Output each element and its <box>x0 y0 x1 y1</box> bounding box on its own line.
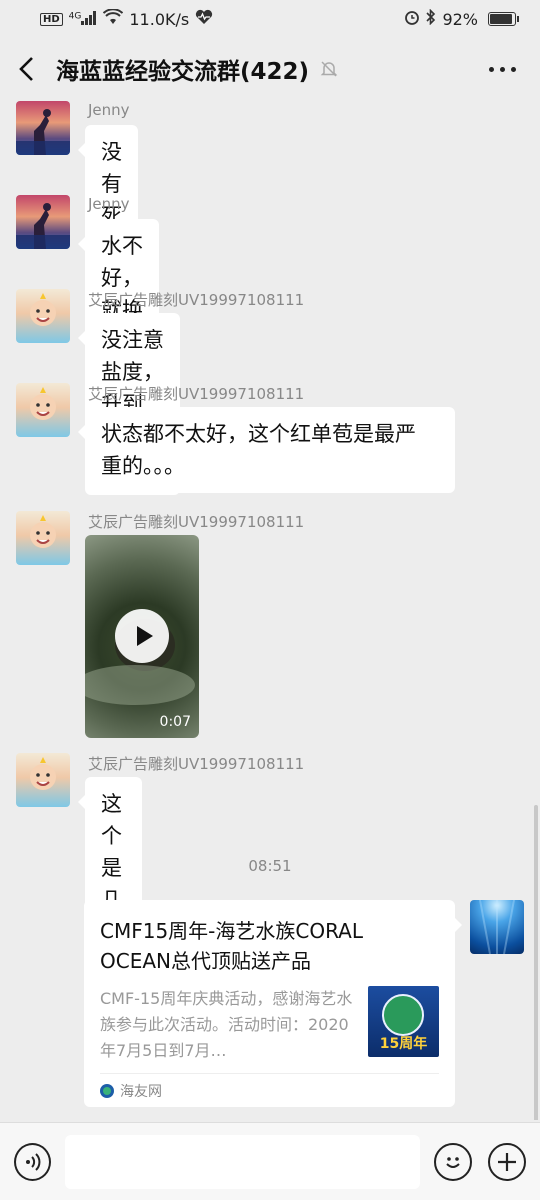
chat-messages[interactable]: Jenny 没有死就有救 Jenny 水不好，就换个缸试试 艾辰广告雕刻UV19… <box>0 100 540 1120</box>
link-thumbnail: 15周年 <box>368 986 439 1057</box>
network-type: 4G <box>68 11 82 22</box>
avatar[interactable] <box>16 101 70 155</box>
avatar[interactable] <box>16 195 70 249</box>
mute-bell-icon <box>319 59 339 79</box>
sender-name: 艾辰广告雕刻UV19997108111 <box>88 385 305 403</box>
more-options-icon[interactable] <box>489 66 522 72</box>
health-icon <box>195 9 213 29</box>
link-card[interactable]: CMF15周年-海艺水族CORAL OCEAN总代顶贴送产品 CMF-15周年庆… <box>84 900 462 1107</box>
plus-icon[interactable] <box>488 1142 526 1181</box>
status-left: HD 4G 11.0K/s <box>40 8 213 29</box>
emoji-icon[interactable] <box>434 1142 472 1181</box>
alarm-icon <box>404 9 420 29</box>
status-right: 92% <box>404 8 519 29</box>
avatar[interactable] <box>16 511 70 565</box>
battery-icon <box>488 12 519 26</box>
scrollbar[interactable] <box>534 805 538 1120</box>
sender-name: 艾辰广告雕刻UV19997108111 <box>88 291 305 309</box>
thumbnail-text: 15周年 <box>379 1036 428 1052</box>
sender-name: Jenny <box>88 195 130 213</box>
link-body: CMF-15周年庆典活动，感谢海艺水族参与此次活动。活动时间：2020年7月5日… <box>100 986 439 1064</box>
sender-name: 艾辰广告雕刻UV19997108111 <box>88 513 305 531</box>
message-input[interactable] <box>65 1134 420 1189</box>
message-text-line: 状态都不太好，这个红单苞是最严 <box>101 422 416 446</box>
wifi-icon <box>103 8 124 29</box>
logo-icon <box>382 994 424 1036</box>
avatar[interactable] <box>16 383 70 437</box>
signal-icon: 4G <box>69 10 98 29</box>
message-text-line: 重的。。。 <box>101 454 185 478</box>
avatar[interactable] <box>470 900 524 954</box>
source-name: 海友网 <box>120 1083 162 1100</box>
video-message[interactable]: 0:07 <box>85 535 199 738</box>
source-icon <box>100 1083 114 1098</box>
play-icon[interactable] <box>115 609 169 663</box>
avatar[interactable] <box>16 289 70 343</box>
link-title: CMF15周年-海艺水族CORAL OCEAN总代顶贴送产品 <box>100 919 364 973</box>
battery-fill <box>490 14 512 24</box>
back-icon[interactable] <box>18 55 46 83</box>
link-source: 海友网 <box>100 1073 439 1107</box>
sender-name: 艾辰广告雕刻UV19997108111 <box>88 755 305 773</box>
sender-name: Jenny <box>88 101 130 119</box>
hd-indicator: HD <box>40 12 63 26</box>
chat-title: 海蓝蓝经验交流群(422) <box>56 59 310 85</box>
link-description: CMF-15周年庆典活动，感谢海艺水族参与此次活动。活动时间：2020年7月5日… <box>100 989 353 1060</box>
video-duration: 0:07 <box>159 714 191 730</box>
avatar[interactable] <box>16 753 70 807</box>
message-timestamp: 08:51 <box>248 857 292 875</box>
voice-input-icon[interactable] <box>14 1142 51 1181</box>
message-bubble[interactable]: 状态都不太好，这个红单苞是最严 重的。。。 <box>78 407 455 493</box>
bluetooth-icon <box>426 8 436 29</box>
network-speed: 11.0K/s <box>129 9 190 29</box>
input-actions <box>434 1142 526 1181</box>
status-bar: HD 4G 11.0K/s 92% <box>0 0 540 38</box>
chat-header: 海蓝蓝经验交流群(422) <box>0 38 540 100</box>
battery-percent: 92% <box>442 9 478 29</box>
input-bar <box>0 1122 540 1200</box>
